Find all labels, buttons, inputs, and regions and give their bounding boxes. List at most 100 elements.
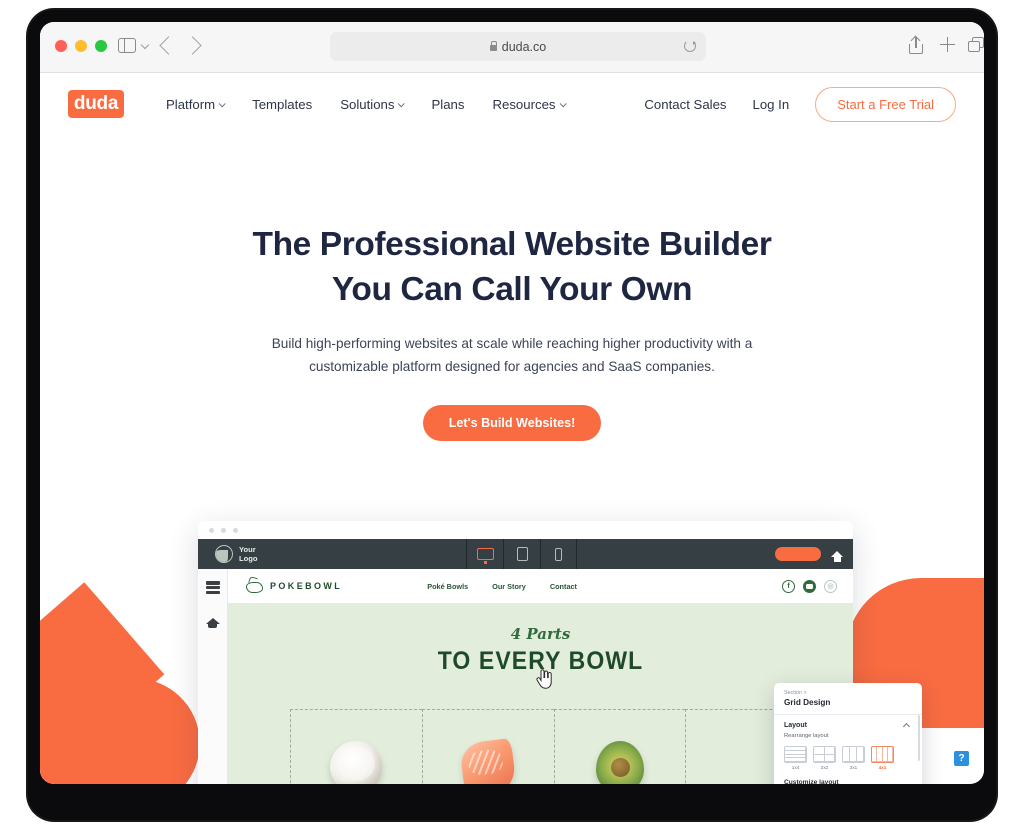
tabs-overview-icon[interactable] <box>968 37 984 52</box>
product-screenshot: Your Logo POKEBOWL Poké Bowls Our Story … <box>198 521 853 784</box>
page-content: duda Platform Templates Solutions Plans <box>40 73 984 784</box>
publish-button[interactable] <box>775 547 821 561</box>
editor-window-strip <box>198 521 853 539</box>
reload-icon[interactable] <box>684 40 696 52</box>
fish-logo-icon <box>244 578 264 594</box>
facebook-icon[interactable]: f <box>782 579 795 593</box>
grid-cell-3[interactable]: 3 <box>553 709 686 784</box>
mobile-icon <box>555 547 562 561</box>
browser-toolbar: duda.co <box>40 22 984 73</box>
home-icon[interactable] <box>831 551 843 562</box>
nav-label: Plans <box>431 96 465 112</box>
nav-label: Resources <box>492 96 556 112</box>
layers-icon[interactable] <box>205 581 220 594</box>
nav-item-resources[interactable]: Resources <box>492 96 567 112</box>
poke-nav-item-poke-bowls[interactable]: Poké Bowls <box>427 582 468 591</box>
help-badge[interactable]: ? <box>954 751 969 766</box>
maximize-window-button[interactable] <box>95 40 107 52</box>
editor-toolbar-actions <box>775 539 843 569</box>
avocado-image <box>595 740 644 784</box>
main-nav: Platform Templates Solutions Plans Resou… <box>166 96 567 112</box>
device-tablet-button[interactable] <box>503 539 540 569</box>
pokebowl-social-links: f ◎ <box>782 579 837 593</box>
hand-cursor-icon <box>536 669 552 689</box>
sidebar-toggle-icon[interactable] <box>118 38 136 53</box>
layout-option-3x1[interactable]: 3x1 <box>842 746 865 770</box>
browser-window: duda.co duda Platform Templates Solution… <box>40 22 984 784</box>
youtube-icon[interactable] <box>803 579 816 593</box>
chevron-down-icon <box>218 99 226 107</box>
layout-section-title: Layout <box>784 722 807 729</box>
layout-option-label: 1x4 <box>791 765 800 770</box>
nav-item-templates[interactable]: Templates <box>252 97 312 112</box>
traffic-lights <box>55 40 107 52</box>
pokebowl-kicker: 4 Parts <box>510 625 571 643</box>
back-arrow-icon[interactable] <box>159 36 178 55</box>
pokebowl-logo-label: POKEBOWL <box>270 581 343 591</box>
contact-sales-link[interactable]: Contact Sales <box>644 97 726 112</box>
logo-mark-icon <box>215 545 233 563</box>
chevron-down-icon <box>559 99 567 107</box>
rearrange-layout-label: Rearrange layout <box>784 733 829 739</box>
layout-options: 1x4 2x2 3x1 4x1 <box>774 739 922 770</box>
chevron-down-icon[interactable] <box>140 40 150 50</box>
layout-option-1x4[interactable]: 1x4 <box>784 746 807 770</box>
rice-bowl-image <box>330 740 383 784</box>
device-switcher <box>466 539 577 569</box>
lock-icon <box>489 40 498 51</box>
window-dot <box>221 528 226 533</box>
chevron-down-icon <box>398 99 406 107</box>
layout-option-label: 4x1 <box>878 765 887 770</box>
graduation-cap-icon[interactable] <box>205 617 220 630</box>
device-mobile-button[interactable] <box>540 539 577 569</box>
grid-cell-2[interactable]: 2 <box>421 709 554 784</box>
hero-subtitle: Build high-performing websites at scale … <box>271 336 753 374</box>
minimize-window-button[interactable] <box>75 40 87 52</box>
address-bar[interactable]: duda.co <box>330 32 706 61</box>
device-frame: duda.co duda Platform Templates Solution… <box>28 10 996 820</box>
page-title: The Professional Website Builder You Can… <box>252 226 772 308</box>
plus-icon[interactable] <box>940 37 955 52</box>
lets-build-websites-button[interactable]: Let's Build Websites! <box>422 404 602 441</box>
layout-option-label: 3x1 <box>849 765 858 770</box>
editor-sidebar-rail <box>198 569 228 784</box>
nav-item-solutions[interactable]: Solutions <box>340 97 406 112</box>
layout-option-2x2[interactable]: 2x2 <box>813 746 836 770</box>
layout-option-label: 2x2 <box>820 765 829 770</box>
forward-arrow-icon[interactable] <box>183 36 202 55</box>
share-icon[interactable] <box>909 37 923 54</box>
customize-layout-title: Customize layout <box>784 779 839 784</box>
window-dot <box>209 528 214 533</box>
salmon-image <box>459 737 518 784</box>
editor-logo-label: Your Logo <box>239 544 258 563</box>
start-free-trial-button[interactable]: Start a Free Trial <box>815 86 956 122</box>
monitor-icon <box>476 548 494 564</box>
nav-label: Platform <box>166 96 216 112</box>
editor-logo[interactable]: Your Logo <box>215 545 258 564</box>
pokebowl-hero: 4 Parts TO EVERY BOWL 1 2 <box>228 603 853 784</box>
poke-nav-item-our-story[interactable]: Our Story <box>492 582 526 591</box>
chevron-up-icon[interactable] <box>902 722 911 731</box>
log-in-link[interactable]: Log In <box>753 97 790 112</box>
grid-design-panel: Section > Grid Design Layout Rearrange l… <box>774 683 922 784</box>
layout-option-4x1[interactable]: 4x1 <box>871 746 894 770</box>
device-desktop-button[interactable] <box>466 539 503 569</box>
breadcrumb[interactable]: Section > <box>774 683 922 696</box>
site-navigation-bar: duda Platform Templates Solutions Plans <box>40 73 984 135</box>
layout-section: Layout <box>774 715 922 731</box>
pokebowl-site-header: POKEBOWL Poké Bowls Our Story Contact f … <box>228 569 853 603</box>
nav-label: Templates <box>252 96 313 112</box>
editor-body: POKEBOWL Poké Bowls Our Story Contact f … <box>198 569 853 784</box>
nav-item-plans[interactable]: Plans <box>431 97 464 112</box>
grid-cell-1[interactable]: 1 <box>290 709 422 784</box>
editor-toolbar: Your Logo <box>198 539 853 569</box>
close-window-button[interactable] <box>55 40 67 52</box>
poke-nav-item-contact[interactable]: Contact <box>550 582 577 591</box>
nav-item-platform[interactable]: Platform <box>166 96 226 112</box>
header-actions: Contact Sales Log In Start a Free Trial <box>644 86 956 122</box>
panel-scrollbar[interactable] <box>917 715 920 761</box>
pokebowl-grid: 1 2 3 <box>290 709 817 784</box>
window-dot <box>233 528 238 533</box>
duda-logo[interactable]: duda <box>68 90 124 118</box>
instagram-icon[interactable]: ◎ <box>824 579 837 593</box>
